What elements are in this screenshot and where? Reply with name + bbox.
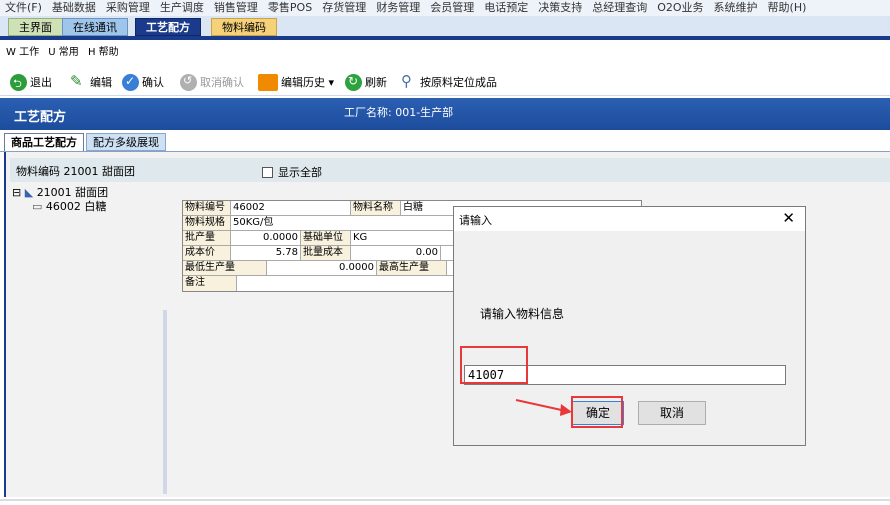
- cancel-confirm-button[interactable]: 取消确认: [180, 72, 244, 92]
- dialog-message: 请输入物料信息: [480, 307, 565, 321]
- menu-production[interactable]: 生产调度: [155, 0, 209, 16]
- menu-o2o[interactable]: O2O业务: [652, 0, 708, 16]
- exit-button[interactable]: 退出: [10, 72, 52, 94]
- batch-value[interactable]: 0.0000: [231, 231, 301, 245]
- sub-menu: W 工作 U 常用 H 帮助: [0, 40, 890, 66]
- item-icon: ▭: [32, 200, 43, 213]
- page-title: 工艺配方: [14, 110, 67, 125]
- arrow-icon: [515, 399, 572, 416]
- confirm-label: 确认: [142, 76, 164, 89]
- min-qty-value[interactable]: 0.0000: [267, 261, 377, 275]
- ok-highlight-box: [571, 396, 623, 428]
- edit-label: 编辑: [90, 76, 112, 89]
- tree-root-label: 21001 甜面团: [36, 186, 109, 199]
- menu-inventory[interactable]: 存货管理: [317, 0, 371, 16]
- dialog-titlebar: 请输入 ✕: [454, 207, 805, 231]
- cost-value[interactable]: 5.78: [231, 246, 301, 260]
- menu-finance[interactable]: 财务管理: [371, 0, 425, 16]
- max-qty-label: 最高生产量: [377, 261, 447, 275]
- submenu-work[interactable]: W 工作: [6, 40, 39, 66]
- spec-label: 物料规格: [183, 216, 231, 230]
- exit-icon: [10, 73, 27, 94]
- history-icon: [258, 73, 278, 91]
- filter-row: 物料编码 21001 甜面团 显示全部: [10, 158, 890, 182]
- tab-multi-level-formula[interactable]: 配方多级展现: [86, 133, 166, 151]
- batch-cost-label: 批量成本: [301, 246, 351, 260]
- check-icon: [122, 73, 139, 91]
- checkbox-box[interactable]: [262, 166, 273, 178]
- tab-process-formula[interactable]: 工艺配方: [135, 18, 201, 36]
- input-highlight-box: [460, 346, 528, 384]
- edit-history-button[interactable]: 编辑历史 ▾: [258, 72, 334, 92]
- locate-by-material-button[interactable]: 按原料定位成品: [400, 72, 497, 92]
- formula-tree: ⊟ ◣ 21001 甜面团 ▭ 46002 白糖: [12, 186, 162, 214]
- submenu-common[interactable]: U 常用: [48, 40, 79, 66]
- menu-file[interactable]: 文件(F): [0, 0, 47, 16]
- name-label: 物料名称: [351, 201, 401, 215]
- menu-system[interactable]: 系统维护: [709, 0, 763, 16]
- close-icon[interactable]: ✕: [782, 209, 795, 227]
- splitter-handle[interactable]: [163, 310, 167, 494]
- show-all-checkbox[interactable]: 显示全部: [262, 164, 322, 180]
- factory-name: 工厂名称: 001-生产部: [344, 106, 454, 119]
- cancel-confirm-label: 取消确认: [200, 76, 244, 89]
- edit-history-label: 编辑历史 ▾: [281, 76, 335, 89]
- menu-gm-query[interactable]: 总经理查询: [587, 0, 652, 16]
- material-code-label: 物料编码 21001 甜面团: [16, 165, 135, 178]
- tab-online-chat[interactable]: 在线通讯: [62, 18, 128, 36]
- exit-label: 退出: [30, 76, 52, 89]
- batch-cost-value[interactable]: 0.00: [351, 246, 441, 260]
- menu-member[interactable]: 会员管理: [425, 0, 479, 16]
- cancel-button[interactable]: 取消: [638, 401, 706, 425]
- dialog-title: 请输入: [459, 214, 492, 227]
- input-dialog: 请输入 ✕ 请输入物料信息 41007 确定 取消: [453, 206, 806, 446]
- cost-label: 成本价: [183, 246, 231, 260]
- undo-icon: [180, 73, 197, 91]
- menu-help[interactable]: 帮助(H): [763, 0, 812, 16]
- menu-sales[interactable]: 销售管理: [209, 0, 263, 16]
- locate-label: 按原料定位成品: [420, 76, 497, 89]
- code-value[interactable]: 46002: [231, 201, 351, 215]
- code-label: 物料编号: [183, 201, 231, 215]
- toolbar: 退出 编辑 确认 取消确认 编辑历史 ▾ 刷新 按原料定位成品: [0, 68, 890, 96]
- tree-node-root[interactable]: ⊟ ◣ 21001 甜面团: [12, 186, 162, 200]
- nav-tabs: 主界面 在线通讯 工艺配方 物料编码: [0, 16, 890, 40]
- menu-phone-booking[interactable]: 电话预定: [479, 0, 533, 16]
- tree-node-child[interactable]: ▭ 46002 白糖: [32, 200, 162, 214]
- search-icon: [400, 72, 417, 91]
- menu-basic-data[interactable]: 基础数据: [47, 0, 101, 16]
- show-all-label: 显示全部: [278, 166, 322, 179]
- top-menu-bar: 文件(F) 基础数据 采购管理 生产调度 销售管理 零售POS 存货管理 财务管理 会员管理 电话…: [0, 0, 890, 16]
- submenu-help[interactable]: H 帮助: [88, 40, 119, 66]
- page-header: 工艺配方 工厂名称: 001-生产部: [0, 98, 890, 130]
- tab-product-formula[interactable]: 商品工艺配方: [4, 133, 84, 151]
- menu-decision[interactable]: 决策支持: [533, 0, 587, 16]
- menu-purchase[interactable]: 采购管理: [101, 0, 155, 16]
- menu-pos[interactable]: 零售POS: [263, 0, 317, 16]
- batch-label: 批产量: [183, 231, 231, 245]
- tab-main[interactable]: 主界面: [8, 18, 63, 36]
- refresh-icon: [345, 73, 362, 91]
- folder-icon: ◣: [24, 186, 34, 199]
- edit-button[interactable]: 编辑: [70, 72, 112, 92]
- pencil-icon: [70, 72, 87, 91]
- confirm-button[interactable]: 确认: [122, 72, 164, 92]
- sub-tabs: 商品工艺配方 配方多级展现: [0, 132, 890, 152]
- tree-child-label: 46002 白糖: [45, 200, 107, 213]
- bottom-border: [0, 499, 890, 501]
- refresh-button[interactable]: 刷新: [345, 72, 387, 92]
- refresh-label: 刷新: [365, 76, 387, 89]
- unit-label: 基础单位: [301, 231, 351, 245]
- note-label: 备注: [183, 276, 237, 291]
- tab-material-code[interactable]: 物料编码: [211, 18, 277, 36]
- min-qty-label: 最低生产量: [183, 261, 267, 275]
